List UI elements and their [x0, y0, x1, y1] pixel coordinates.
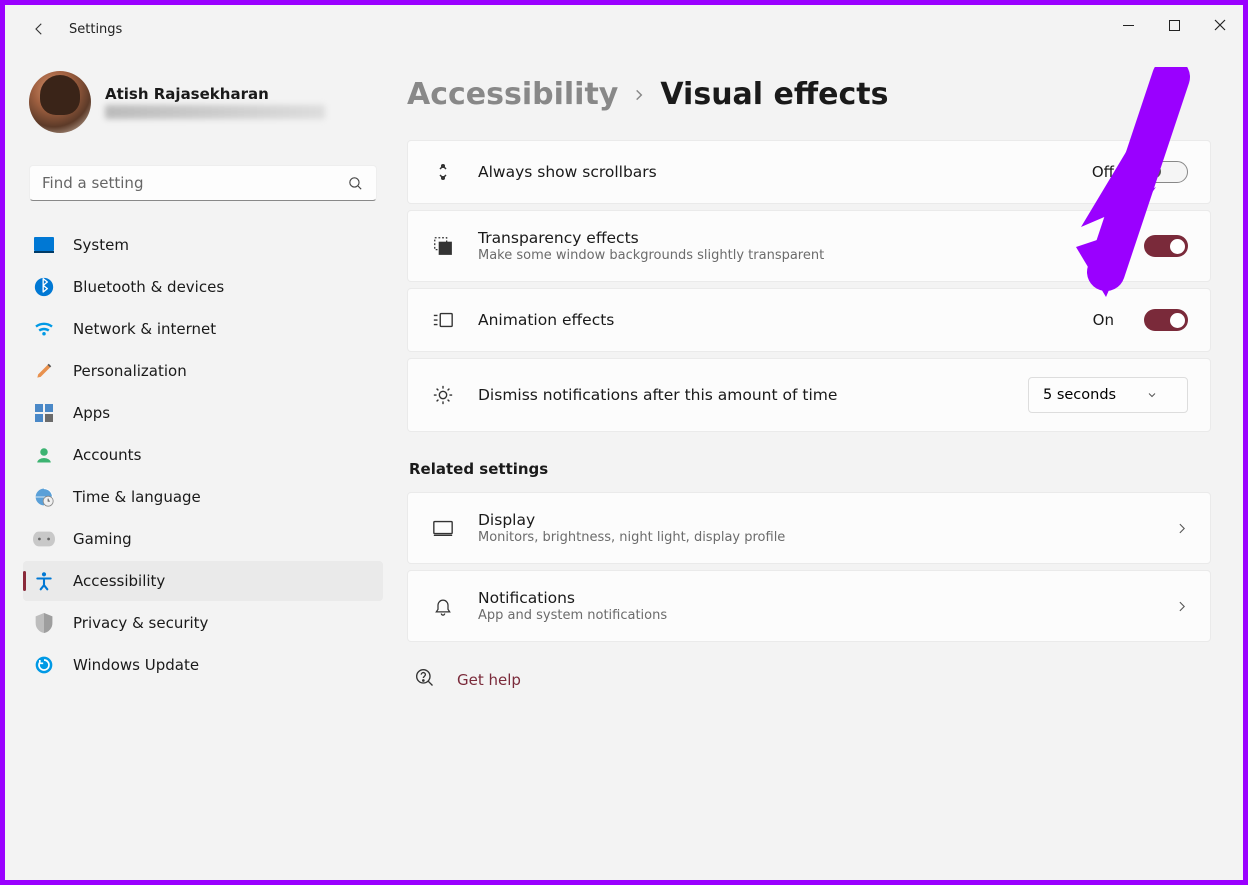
- related-display[interactable]: Display Monitors, brightness, night ligh…: [407, 492, 1211, 564]
- card-title: Display: [478, 511, 1143, 529]
- paintbrush-icon: [33, 360, 55, 382]
- scrollbars-toggle[interactable]: [1144, 161, 1188, 183]
- breadcrumb: Accessibility Visual effects: [407, 77, 1211, 112]
- system-icon: [33, 234, 55, 256]
- update-icon: [33, 654, 55, 676]
- minimize-icon: [1123, 20, 1134, 31]
- sidebar-item-time-language[interactable]: Time & language: [23, 477, 383, 517]
- accessibility-icon: [33, 570, 55, 592]
- maximize-button[interactable]: [1151, 5, 1197, 45]
- get-help-link[interactable]: Get help: [457, 671, 521, 689]
- nav-label: Personalization: [73, 362, 187, 380]
- nav-label: Network & internet: [73, 320, 216, 338]
- minimize-button[interactable]: [1105, 5, 1151, 45]
- nav-label: Windows Update: [73, 656, 199, 674]
- chevron-right-icon: [1175, 600, 1188, 613]
- close-icon: [1214, 19, 1226, 31]
- scrollbar-icon: [430, 159, 456, 185]
- shield-icon: [33, 612, 55, 634]
- sidebar-item-network[interactable]: Network & internet: [23, 309, 383, 349]
- setting-title: Transparency effects: [478, 229, 1071, 247]
- toggle-state-text: Off: [1092, 163, 1114, 181]
- setting-transparency: Transparency effects Make some window ba…: [407, 210, 1211, 282]
- bell-icon: [430, 593, 456, 619]
- sidebar-item-privacy[interactable]: Privacy & security: [23, 603, 383, 643]
- sidebar-item-accounts[interactable]: Accounts: [23, 435, 383, 475]
- animation-icon: [430, 307, 456, 333]
- search-icon: [347, 175, 364, 192]
- back-arrow-icon: [30, 20, 48, 38]
- close-button[interactable]: [1197, 5, 1243, 45]
- setting-dismiss-notifications: Dismiss notifications after this amount …: [407, 358, 1211, 432]
- sidebar-item-system[interactable]: System: [23, 225, 383, 265]
- back-button[interactable]: [23, 13, 55, 45]
- sidebar-item-bluetooth[interactable]: Bluetooth & devices: [23, 267, 383, 307]
- setting-title: Animation effects: [478, 311, 1071, 329]
- main-content: Accessibility Visual effects Always show…: [395, 53, 1243, 880]
- brightness-icon: [430, 382, 456, 408]
- wifi-icon: [33, 318, 55, 340]
- breadcrumb-parent[interactable]: Accessibility: [407, 77, 618, 112]
- transparency-toggle[interactable]: [1144, 235, 1188, 257]
- search-input[interactable]: [42, 174, 347, 192]
- help-icon: [415, 668, 435, 692]
- animation-toggle[interactable]: [1144, 309, 1188, 331]
- setting-title: Always show scrollbars: [478, 163, 1070, 181]
- avatar: [29, 71, 91, 133]
- related-notifications[interactable]: Notifications App and system notificatio…: [407, 570, 1211, 642]
- card-subtitle: Monitors, brightness, night light, displ…: [478, 530, 1143, 545]
- sidebar: Atish Rajasekharan System Bluetooth & de…: [5, 53, 395, 880]
- nav-label: Accessibility: [73, 572, 165, 590]
- chevron-right-icon: [1175, 522, 1188, 535]
- gamepad-icon: [33, 528, 55, 550]
- dismiss-time-select[interactable]: 5 seconds: [1028, 377, 1188, 413]
- nav-label: System: [73, 236, 129, 254]
- bluetooth-icon: [33, 276, 55, 298]
- profile-name: Atish Rajasekharan: [105, 85, 325, 103]
- card-subtitle: App and system notifications: [478, 608, 1143, 623]
- search-box[interactable]: [29, 165, 377, 201]
- setting-title: Dismiss notifications after this amount …: [478, 386, 1006, 404]
- chevron-down-icon: [1146, 389, 1158, 401]
- nav-label: Bluetooth & devices: [73, 278, 224, 296]
- breadcrumb-current: Visual effects: [660, 77, 888, 112]
- nav-label: Gaming: [73, 530, 132, 548]
- help-row: Get help: [407, 668, 1211, 692]
- titlebar: Settings: [5, 5, 1243, 53]
- nav-label: Time & language: [73, 488, 201, 506]
- nav-label: Accounts: [73, 446, 141, 464]
- setting-subtitle: Make some window backgrounds slightly tr…: [478, 248, 1071, 263]
- transparency-icon: [430, 233, 456, 259]
- chevron-right-icon: [632, 88, 646, 102]
- sidebar-item-accessibility[interactable]: Accessibility: [23, 561, 383, 601]
- toggle-state-text: On: [1093, 311, 1114, 329]
- window-title: Settings: [69, 22, 122, 37]
- setting-animation: Animation effects On: [407, 288, 1211, 352]
- setting-scrollbars: Always show scrollbars Off: [407, 140, 1211, 204]
- toggle-state-text: On: [1093, 237, 1114, 255]
- maximize-icon: [1169, 20, 1180, 31]
- person-icon: [33, 444, 55, 466]
- window-controls: [1105, 5, 1243, 53]
- sidebar-item-personalization[interactable]: Personalization: [23, 351, 383, 391]
- sidebar-item-windows-update[interactable]: Windows Update: [23, 645, 383, 685]
- profile-block[interactable]: Atish Rajasekharan: [23, 65, 383, 147]
- sidebar-item-gaming[interactable]: Gaming: [23, 519, 383, 559]
- select-value: 5 seconds: [1043, 387, 1116, 403]
- related-settings-heading: Related settings: [409, 460, 1211, 478]
- profile-email: [105, 105, 325, 119]
- nav-list: System Bluetooth & devices Network & int…: [23, 225, 383, 685]
- sidebar-item-apps[interactable]: Apps: [23, 393, 383, 433]
- nav-label: Apps: [73, 404, 110, 422]
- globe-clock-icon: [33, 486, 55, 508]
- nav-label: Privacy & security: [73, 614, 208, 632]
- apps-icon: [33, 402, 55, 424]
- display-icon: [430, 515, 456, 541]
- card-title: Notifications: [478, 589, 1143, 607]
